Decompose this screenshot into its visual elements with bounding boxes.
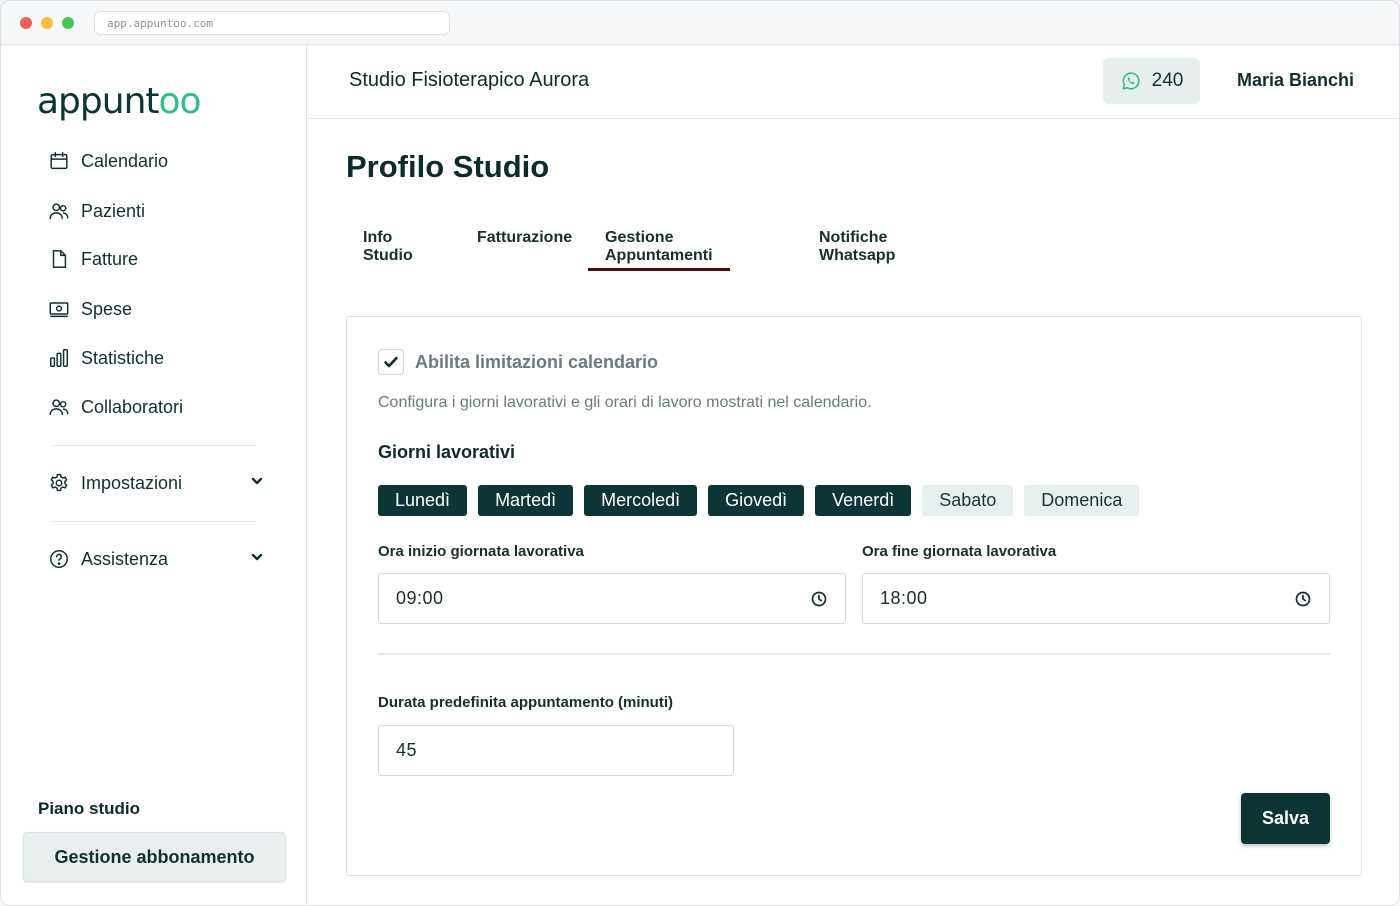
- end-time-label: Ora fine giornata lavorativa: [862, 543, 1057, 560]
- maximize-window-button[interactable]: [62, 17, 74, 29]
- minimize-window-button[interactable]: [41, 17, 53, 29]
- gear-icon: [47, 471, 71, 495]
- tab-gestione-appuntamenti[interactable]: Gestione Appuntamenti: [588, 219, 730, 271]
- sidebar: appuntoo Calendario Pazienti Fatture Spe…: [1, 45, 307, 905]
- bar-chart-icon: [47, 346, 71, 370]
- working-days-title: Giorni lavorativi: [378, 442, 516, 462]
- appointments-settings-card: Abilita limitazioni calendario Configura…: [346, 316, 1362, 876]
- sidebar-divider: [53, 521, 256, 522]
- close-window-button[interactable]: [20, 17, 32, 29]
- studio-name: Studio Fisioterapico Aurora: [349, 69, 590, 91]
- sidebar-item-label: Statistiche: [81, 347, 165, 368]
- sidebar-item-label: Pazienti: [81, 200, 146, 221]
- top-header: Studio Fisioterapico Aurora 240 Maria Bi…: [308, 45, 1399, 119]
- address-bar[interactable]: app.appuntoo.com: [94, 11, 450, 35]
- clock-icon[interactable]: [1294, 590, 1312, 608]
- section-divider: [378, 653, 1330, 655]
- day-toggle-martedi[interactable]: Martedì: [478, 485, 574, 516]
- sidebar-divider: [53, 445, 256, 446]
- users-icon: [47, 395, 71, 419]
- sidebar-item-impostazioni[interactable]: Impostazioni: [47, 467, 277, 499]
- sidebar-item-label: Spese: [81, 298, 133, 319]
- banknote-icon: [47, 297, 71, 321]
- save-button[interactable]: Salva: [1241, 793, 1330, 844]
- logo-accent-text: oo: [158, 81, 202, 122]
- duration-value: 45: [396, 740, 418, 760]
- sidebar-item-label: Collaboratori: [81, 396, 184, 417]
- clock-icon[interactable]: [810, 590, 828, 608]
- tab-fatturazione[interactable]: Fatturazione: [477, 219, 572, 271]
- browser-chrome: app.appuntoo.com: [1, 1, 1399, 45]
- day-toggle-lunedi[interactable]: Lunedì: [378, 485, 468, 516]
- sidebar-item-label: Impostazioni: [81, 472, 183, 493]
- logo-text: appunt: [37, 81, 160, 122]
- start-time-value: 09:00: [396, 588, 444, 608]
- sidebar-item-label: Fatture: [81, 248, 139, 269]
- sidebar-item-statistiche[interactable]: Statistiche: [47, 342, 277, 374]
- start-time-input[interactable]: 09:00: [378, 573, 846, 624]
- tab-notifiche-whatsapp[interactable]: Notifiche Whatsapp: [819, 219, 895, 271]
- calendar-limits-row: Abilita limitazioni calendario: [378, 349, 658, 375]
- page-title: Profilo Studio: [346, 149, 550, 184]
- tab-info-studio[interactable]: Info Studio: [363, 219, 413, 271]
- sidebar-item-pazienti[interactable]: Pazienti: [47, 195, 277, 227]
- appuntoo-logo[interactable]: appuntoo: [37, 81, 202, 125]
- day-toggle-giovedi[interactable]: Giovedì: [708, 485, 805, 516]
- chevron-down-icon[interactable]: [249, 473, 265, 494]
- calendar-icon: [47, 149, 71, 173]
- duration-label: Durata predefinita appuntamento (minuti): [378, 694, 674, 711]
- sidebar-item-calendario[interactable]: Calendario: [47, 145, 277, 177]
- end-time-input[interactable]: 18:00: [862, 573, 1330, 624]
- day-toggle-venerdi[interactable]: Venerdì: [815, 485, 912, 516]
- end-time-value: 18:00: [880, 588, 928, 608]
- app-window: app.appuntoo.com appuntoo Calendario Paz…: [0, 0, 1400, 906]
- sidebar-item-spese[interactable]: Spese: [47, 293, 277, 325]
- chevron-down-icon[interactable]: [249, 549, 265, 570]
- working-days-selector: Lunedì Martedì Mercoledì Giovedì Venerdì…: [378, 485, 1140, 516]
- day-toggle-mercoledi[interactable]: Mercoledì: [584, 485, 698, 516]
- help-icon: [47, 547, 71, 571]
- users-icon: [47, 199, 71, 223]
- calendar-limits-description: Configura i giorni lavorativi e gli orar…: [378, 394, 872, 411]
- manage-subscription-button[interactable]: Gestione abbonamento: [23, 832, 286, 882]
- enable-calendar-limits-checkbox[interactable]: [378, 349, 404, 375]
- duration-input[interactable]: 45: [378, 725, 734, 776]
- whatsapp-count: 240: [1151, 70, 1184, 91]
- sidebar-item-fatture[interactable]: Fatture: [47, 243, 277, 275]
- sidebar-item-label: Calendario: [81, 150, 169, 171]
- sidebar-item-collaboratori[interactable]: Collaboratori: [47, 391, 277, 423]
- whatsapp-credits-badge[interactable]: 240: [1103, 58, 1200, 104]
- checkmark-icon: [384, 356, 398, 368]
- day-toggle-sabato[interactable]: Sabato: [922, 485, 1014, 516]
- document-icon: [47, 247, 71, 271]
- checkbox-label: Abilita limitazioni calendario: [415, 351, 659, 372]
- whatsapp-icon: [1120, 70, 1142, 92]
- plan-title: Piano studio: [38, 799, 140, 818]
- sidebar-item-assistenza[interactable]: Assistenza: [47, 543, 277, 575]
- user-menu[interactable]: Maria Bianchi: [1237, 70, 1354, 91]
- sidebar-item-label: Assistenza: [81, 548, 169, 569]
- start-time-label: Ora inizio giornata lavorativa: [378, 543, 584, 560]
- day-toggle-domenica[interactable]: Domenica: [1024, 485, 1140, 516]
